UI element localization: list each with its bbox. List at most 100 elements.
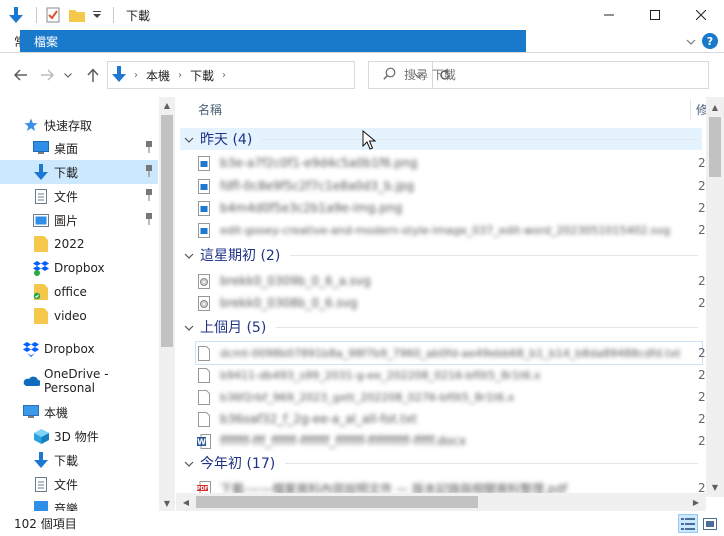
nav-this-pc[interactable]: 本機 (0, 400, 158, 424)
nav-documents-pc[interactable]: 文件 (0, 472, 158, 496)
file-row[interactable]: brekk0_0308b_0_6.svg 2 (196, 292, 706, 314)
file-row[interactable]: b4m4d0f5e3c2b1a9e-img.png 2 (196, 197, 706, 219)
nav-desktop[interactable]: 桌面 (0, 136, 158, 160)
nav-label: OneDrive - Personal (44, 367, 109, 395)
nav-label: 快速存取 (44, 118, 93, 133)
pin-icon[interactable] (144, 213, 154, 228)
expand-ribbon-icon[interactable] (686, 34, 696, 48)
nav-music[interactable]: 音樂 (0, 496, 158, 511)
collapse-chevron-icon[interactable] (180, 133, 198, 146)
file-row[interactable]: W fffffff-fff_ffffff-fffffff_fffffff-fff… (196, 430, 706, 452)
nav-folder-office[interactable]: office (0, 280, 158, 304)
maximize-button[interactable] (632, 0, 678, 30)
pin-icon[interactable] (144, 141, 154, 156)
file-row[interactable]: dcmt-0098b07891b8a_98f7b9_7960_ab0fd-ae4… (195, 341, 706, 365)
close-icon (696, 10, 706, 20)
pin-icon[interactable] (144, 165, 154, 180)
arrow-down-icon[interactable] (6, 5, 26, 25)
collapse-chevron-icon[interactable] (180, 249, 198, 262)
file-row[interactable]: brekk0_0309b_0_6_a.svg 2 (196, 270, 706, 292)
group-header[interactable]: 昨天 (4) (180, 128, 702, 150)
back-button[interactable] (12, 67, 30, 83)
svg-text:PDF: PDF (197, 486, 208, 492)
collapse-chevron-icon[interactable] (180, 457, 198, 470)
file-date: 2 (698, 390, 706, 404)
help-button[interactable]: ? (702, 33, 718, 49)
file-row[interactable]: b36oaf32_f_2g-ee-a_al_all-fot.txt 2 (196, 408, 706, 430)
nav-label: 文件 (54, 189, 79, 204)
svg-text:W: W (197, 437, 206, 446)
nav-scrollbar[interactable]: ▲ ▼ (159, 97, 175, 511)
search-input[interactable] (404, 68, 684, 82)
breadcrumb-this-pc[interactable]: 本機 (146, 67, 170, 84)
nav-pictures[interactable]: 圖片 (0, 208, 158, 232)
vertical-scroll-thumb[interactable] (709, 117, 721, 177)
breadcrumb-separator-icon[interactable]: › (222, 70, 226, 81)
nav-onedrive[interactable]: OneDrive - Personal (0, 367, 158, 395)
nav-quick-access[interactable]: 快速存取 (0, 113, 158, 137)
group-header[interactable]: 今年初 (17) (180, 452, 702, 474)
close-button[interactable] (678, 0, 724, 30)
new-folder-icon[interactable] (67, 5, 87, 25)
nav-documents[interactable]: 文件 (0, 184, 158, 208)
nav-folder-2022[interactable]: 2022 (0, 232, 158, 256)
nav-scroll-thumb[interactable] (161, 115, 173, 347)
nav-dropbox[interactable]: Dropbox (0, 337, 158, 361)
text-file-icon (196, 344, 212, 362)
column-name[interactable]: 名稱 (198, 101, 222, 118)
search-icon (383, 67, 396, 83)
onedrive-icon (22, 373, 40, 389)
pin-icon[interactable] (144, 189, 154, 204)
file-row[interactable]: b36f2rbf_969_2023_gxtt_202208_0276-bf0t5… (196, 386, 706, 408)
nav-label: 下載 (54, 453, 79, 468)
scroll-down-icon[interactable]: ▼ (706, 479, 724, 495)
nav-downloads-pc[interactable]: 下載 (0, 448, 158, 472)
star-icon (22, 117, 40, 133)
scroll-down-icon[interactable]: ▼ (159, 495, 175, 511)
group-divider (276, 326, 698, 328)
properties-icon[interactable] (43, 5, 63, 25)
search-box[interactable] (368, 61, 709, 89)
nav-folder-video[interactable]: video (0, 304, 158, 328)
column-divider[interactable] (690, 99, 691, 119)
forward-button[interactable] (38, 67, 56, 83)
address-bar[interactable]: › 本機 › 下載 › (107, 61, 450, 89)
file-name: fffffff-fff_ffffff-fffffff_fffffff-fffff… (220, 434, 467, 448)
nav-label: 桌面 (54, 141, 79, 156)
tab-file[interactable]: 檔案 (20, 30, 526, 52)
word-file-icon: W (196, 432, 212, 450)
nav-3d-objects[interactable]: 3D 物件 (0, 424, 158, 448)
large-icons-view-button[interactable] (700, 514, 720, 533)
horizontal-scrollbar[interactable]: ◀ ▶ (176, 493, 706, 511)
nav-label: office (54, 285, 87, 299)
text-file-icon (196, 366, 212, 384)
scroll-right-icon[interactable]: ▶ (688, 493, 704, 511)
file-row[interactable]: b3e-a7f2c0f1-e9d4c5a0b1f6.png 2 (196, 152, 706, 174)
scroll-up-icon[interactable]: ▲ (706, 99, 724, 115)
vertical-scrollbar[interactable]: ▲ ▼ (706, 97, 724, 497)
music-icon (32, 500, 50, 511)
file-row[interactable]: b9411-db493_s99_2031-g-ee_202208_0216-bf… (196, 364, 706, 386)
nav-downloads[interactable]: 下載 (0, 160, 158, 184)
group-title: 昨天 (4) (200, 132, 253, 148)
group-header[interactable]: 上個月 (5) (180, 316, 702, 338)
file-row[interactable]: edit-gooey-creative-and-modern-style-ima… (196, 219, 706, 241)
file-row[interactable]: fdfl-0c8e9f5c2f7c1e8a0d3_b.jpg 2 (196, 175, 706, 197)
recent-locations-button[interactable] (62, 67, 74, 83)
window-title: 下載 (126, 8, 151, 23)
group-header[interactable]: 這星期初 (2) (180, 244, 702, 266)
dropbox-icon (32, 260, 50, 276)
nav-dropbox-pinned[interactable]: Dropbox (0, 256, 158, 280)
scroll-left-icon[interactable]: ◀ (178, 493, 194, 511)
horizontal-scroll-thumb[interactable] (196, 496, 478, 508)
up-button[interactable] (84, 67, 102, 83)
toolbar-divider (36, 7, 37, 23)
breadcrumb-separator-icon[interactable]: › (178, 70, 182, 81)
breadcrumb-downloads[interactable]: 下載 (190, 67, 214, 84)
minimize-button[interactable] (586, 0, 632, 30)
details-view-button[interactable] (678, 514, 698, 533)
scroll-up-icon[interactable]: ▲ (159, 97, 175, 113)
collapse-chevron-icon[interactable] (180, 321, 198, 334)
customize-toolbar-icon[interactable] (91, 5, 103, 25)
breadcrumb-separator-icon[interactable]: › (134, 70, 138, 81)
